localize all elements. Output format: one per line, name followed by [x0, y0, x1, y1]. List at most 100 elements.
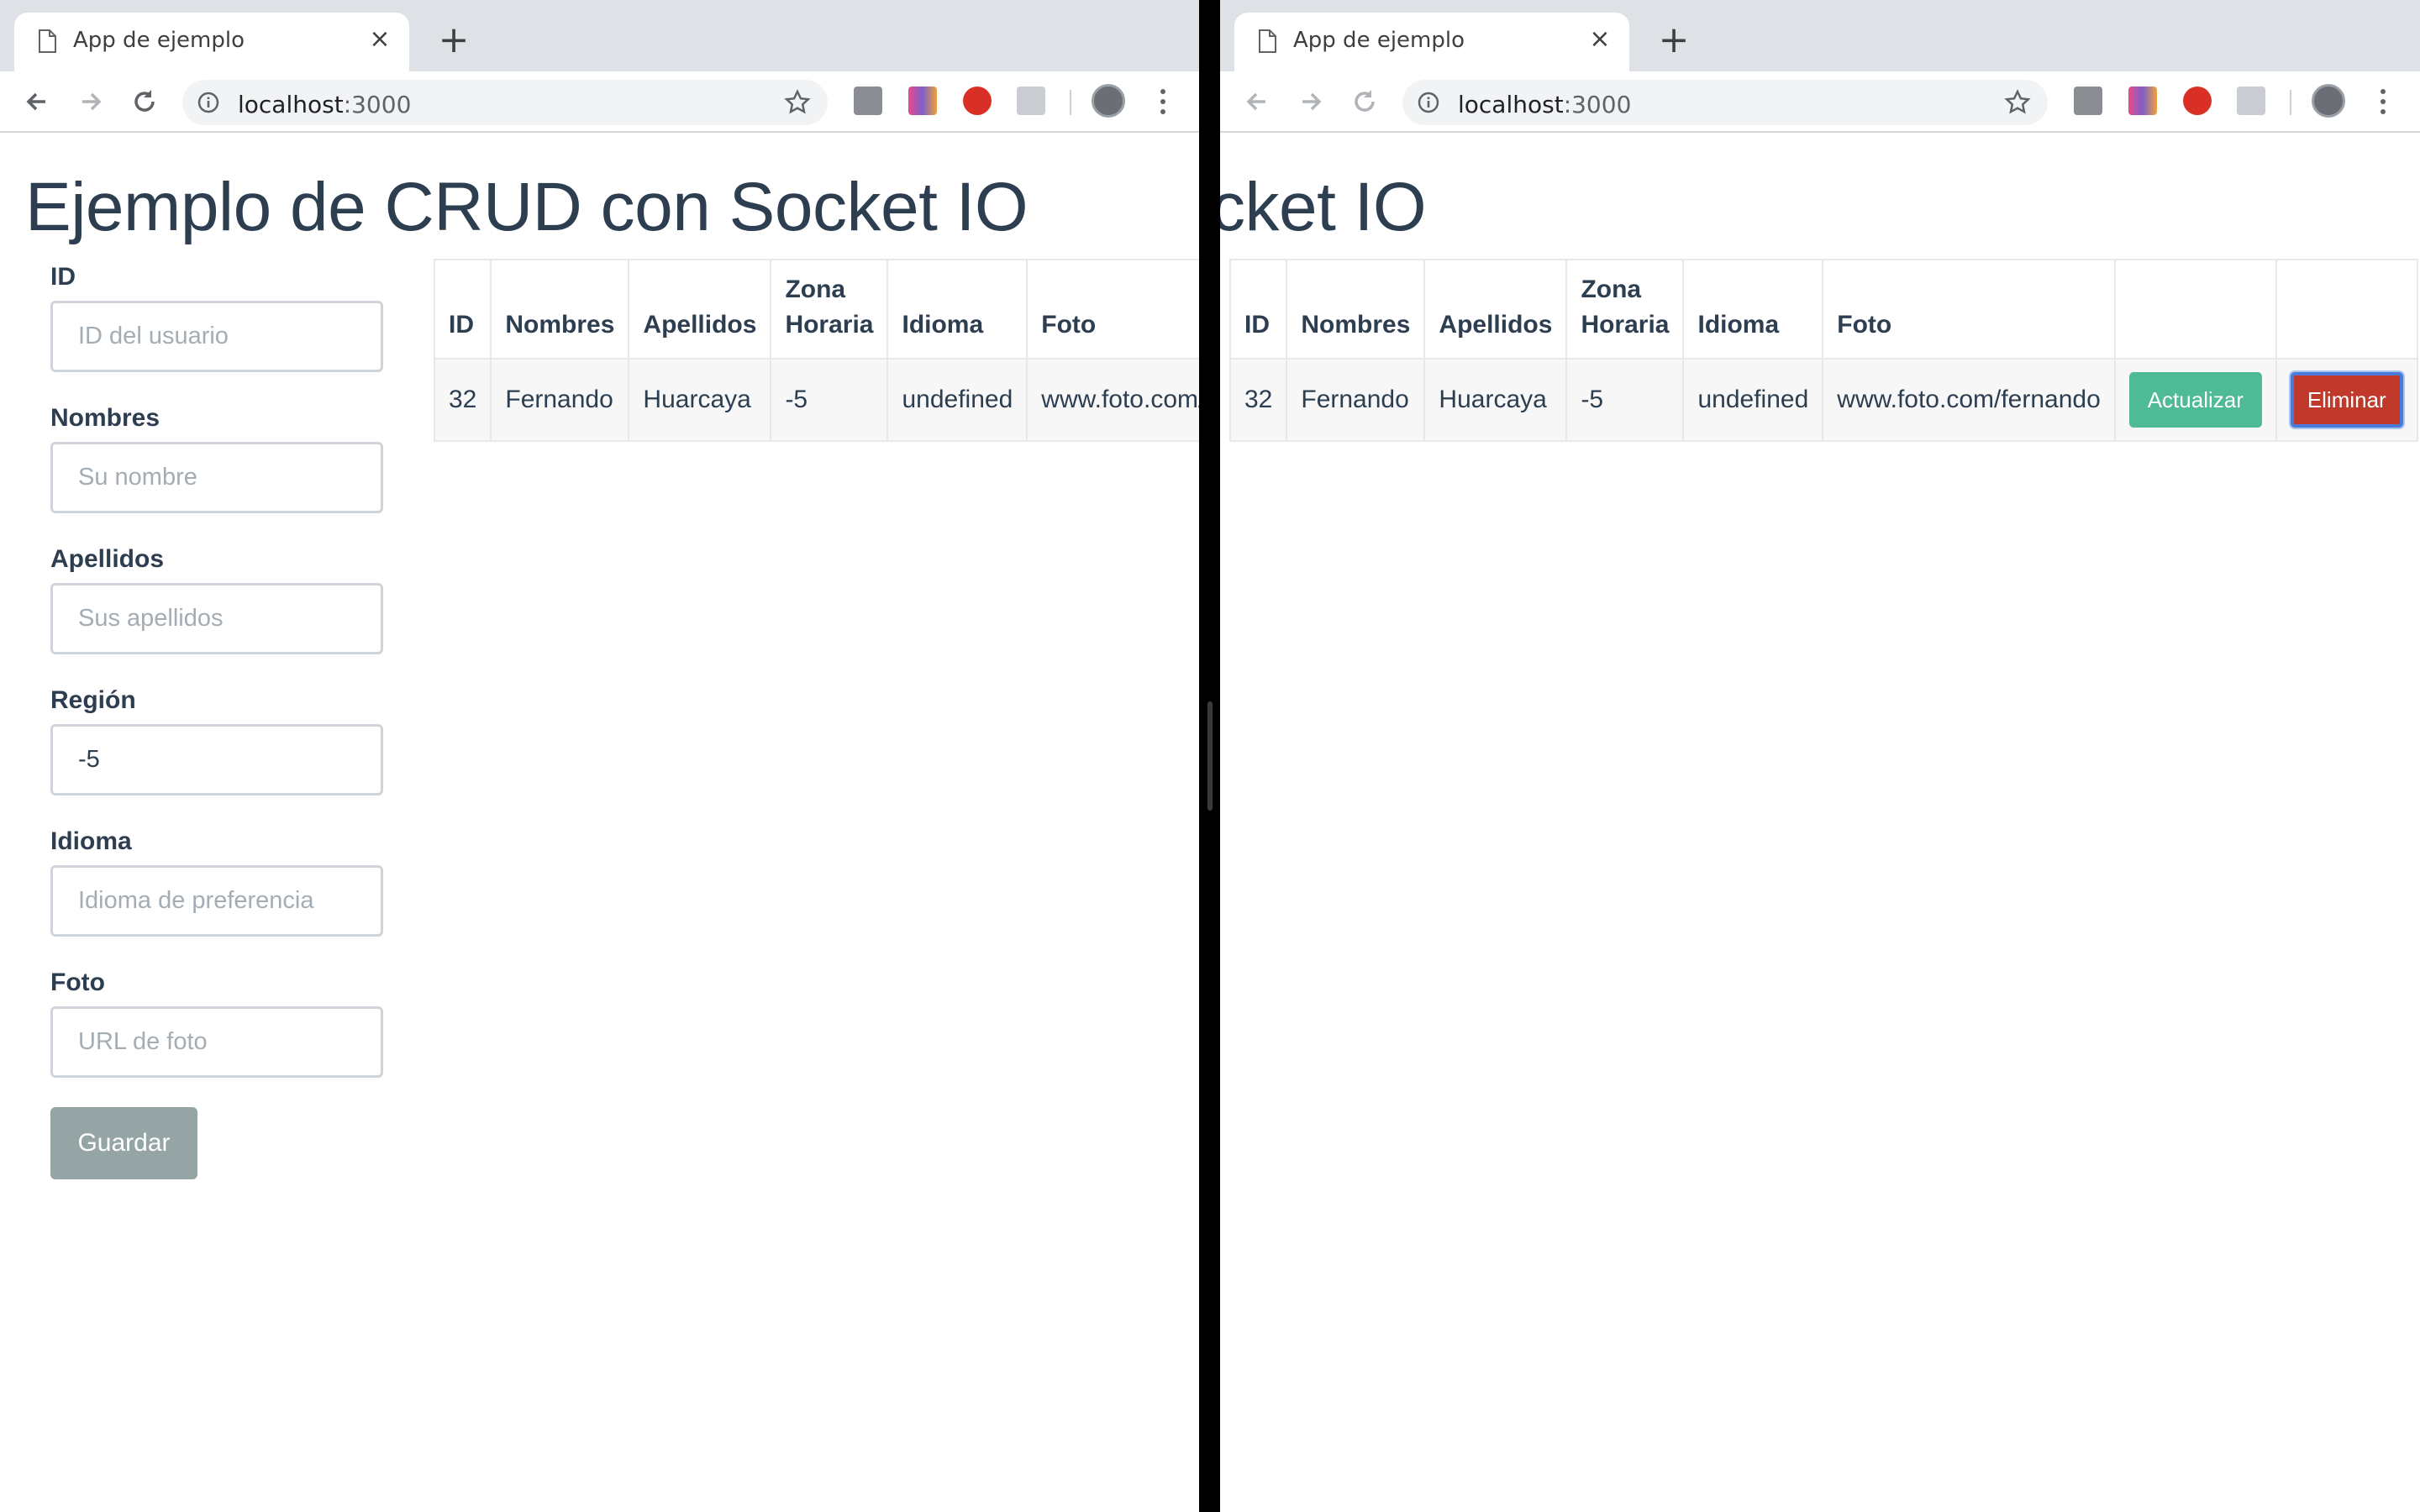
browser-tab[interactable]: App de ejemplo × — [1234, 13, 1629, 71]
table-row: 32 Fernando Huarcaya -5 undefined www.fo… — [433, 358, 1199, 442]
header-delete — [2275, 259, 2418, 360]
browser-tab[interactable]: App de ejemplo × — [14, 13, 409, 71]
close-tab-icon[interactable]: × — [367, 24, 392, 55]
url-port: :3000 — [343, 91, 412, 118]
toolbar-separator — [2290, 90, 2291, 115]
header-idioma: Idioma — [886, 259, 1028, 360]
users-table: ID Nombres Apellidos Zona Horaria Idioma … — [1228, 259, 2418, 442]
url-host: localhost — [1458, 91, 1564, 118]
new-tab-button[interactable]: + — [437, 22, 471, 59]
info-icon[interactable] — [197, 92, 219, 113]
extension-icon[interactable] — [2128, 87, 2157, 115]
header-zona-horaria: Zona Horaria — [1565, 259, 1685, 360]
region-label: Región — [50, 686, 136, 714]
facebook-extension-icon[interactable] — [854, 87, 882, 115]
foto-input[interactable] — [50, 1006, 383, 1078]
cell-nombres: Fernando — [1286, 358, 1426, 442]
tab-strip: App de ejemplo × + — [0, 0, 1199, 71]
tab-title: App de ejemplo — [1293, 28, 1465, 53]
reload-icon[interactable] — [128, 85, 161, 118]
cell-foto: www.foto.com/fernando — [1822, 358, 2116, 442]
foto-field-group: Foto — [50, 966, 383, 1107]
url-host: localhost — [238, 91, 344, 118]
header-nombres: Nombres — [1286, 259, 1426, 360]
new-tab-button[interactable]: + — [1657, 22, 1691, 59]
header-zona-horaria: Zona Horaria — [770, 259, 889, 360]
divider-handle[interactable] — [1207, 701, 1213, 811]
apellidos-input[interactable] — [50, 583, 383, 654]
menu-dots-icon[interactable] — [2375, 87, 2391, 117]
cube-extension-icon[interactable] — [2237, 87, 2265, 115]
close-tab-icon[interactable]: × — [1587, 24, 1612, 55]
header-apellidos: Apellidos — [1423, 259, 1568, 360]
header-apellidos: Apellidos — [628, 259, 772, 360]
nombres-label: Nombres — [50, 404, 160, 432]
cell-zona: -5 — [770, 358, 889, 442]
bookmark-star-icon[interactable] — [784, 89, 811, 116]
cell-zona: -5 — [1565, 358, 1685, 442]
page-title: Ejemplo de CRUD con Socket IO — [1220, 169, 1427, 245]
nombres-input[interactable] — [50, 442, 383, 513]
users-table: ID Nombres Apellidos Zona Horaria Idioma … — [433, 259, 1199, 442]
header-nombres: Nombres — [490, 259, 630, 360]
browser-window-left: App de ejemplo × + localhost:3000 Ejempl… — [0, 0, 1199, 1512]
foto-label: Foto — [50, 969, 105, 996]
forward-icon[interactable] — [74, 85, 108, 118]
browser-toolbar: localhost:3000 — [0, 71, 1199, 133]
page-title: Ejemplo de CRUD con Socket IO — [25, 169, 1028, 245]
cell-foto: www.foto.com/fernando — [1026, 358, 1199, 442]
cell-id: 32 — [1228, 358, 1288, 442]
adblock-extension-icon[interactable] — [963, 87, 992, 115]
header-foto: Foto — [1822, 259, 2116, 360]
cell-idioma: undefined — [886, 358, 1028, 442]
back-icon[interactable] — [1240, 85, 1274, 118]
cell-idioma: undefined — [1682, 358, 1824, 442]
adblock-extension-icon[interactable] — [2183, 87, 2212, 115]
header-id: ID — [433, 259, 492, 360]
cube-extension-icon[interactable] — [1017, 87, 1045, 115]
bookmark-star-icon[interactable] — [2004, 89, 2031, 116]
page-icon — [1259, 29, 1276, 53]
extension-icon[interactable] — [908, 87, 937, 115]
browser-toolbar: localhost:3000 — [1220, 71, 2420, 133]
tab-title: App de ejemplo — [73, 28, 245, 53]
cell-apellidos: Huarcaya — [1423, 358, 1568, 442]
window-divider[interactable] — [1199, 0, 1220, 1512]
info-icon[interactable] — [1418, 92, 1439, 113]
address-bar[interactable]: localhost:3000 — [182, 80, 828, 125]
header-zona-line1: Zona — [785, 276, 846, 303]
back-icon[interactable] — [20, 85, 54, 118]
forward-icon[interactable] — [1294, 85, 1328, 118]
id-field-group: ID — [50, 260, 383, 402]
cell-id: 32 — [433, 358, 492, 442]
table-header-row: ID Nombres Apellidos Zona Horaria Idioma … — [1228, 259, 2418, 360]
url-text: localhost:3000 — [1458, 91, 1631, 118]
table-row: 32 Fernando Huarcaya -5 undefined www.fo… — [1228, 358, 2418, 442]
save-button[interactable]: Guardar — [50, 1107, 197, 1179]
reload-icon[interactable] — [1348, 85, 1381, 118]
header-foto: Foto — [1026, 259, 1199, 360]
browser-window-right: App de ejemplo × + localhost:3000 Ejempl… — [1220, 0, 2420, 1512]
header-idioma: Idioma — [1682, 259, 1824, 360]
page-content: Ejemplo de CRUD con Socket IO ID Nombres… — [1220, 133, 2420, 1512]
facebook-extension-icon[interactable] — [2074, 87, 2102, 115]
address-bar[interactable]: localhost:3000 — [1402, 80, 2048, 125]
idioma-label: Idioma — [50, 827, 132, 855]
region-input[interactable] — [50, 724, 383, 795]
region-field-group: Región — [50, 684, 383, 825]
nombres-field-group: Nombres — [50, 402, 383, 543]
header-zona-line2: Horaria — [1581, 311, 1670, 339]
id-input[interactable] — [50, 301, 383, 372]
url-text: localhost:3000 — [238, 91, 411, 118]
user-form: ID Nombres Apellidos Región Idioma Foto — [50, 260, 383, 1179]
menu-dots-icon[interactable] — [1155, 87, 1171, 117]
header-id: ID — [1228, 259, 1288, 360]
update-button[interactable]: Actualizar — [2128, 372, 2262, 428]
delete-button[interactable]: Eliminar — [2290, 372, 2403, 428]
profile-avatar[interactable] — [1092, 84, 1125, 118]
header-zona-line1: Zona — [1581, 276, 1642, 303]
cell-update: Actualizar — [2113, 358, 2277, 442]
profile-avatar[interactable] — [2312, 84, 2345, 118]
cell-nombres: Fernando — [490, 358, 630, 442]
idioma-input[interactable] — [50, 865, 383, 937]
